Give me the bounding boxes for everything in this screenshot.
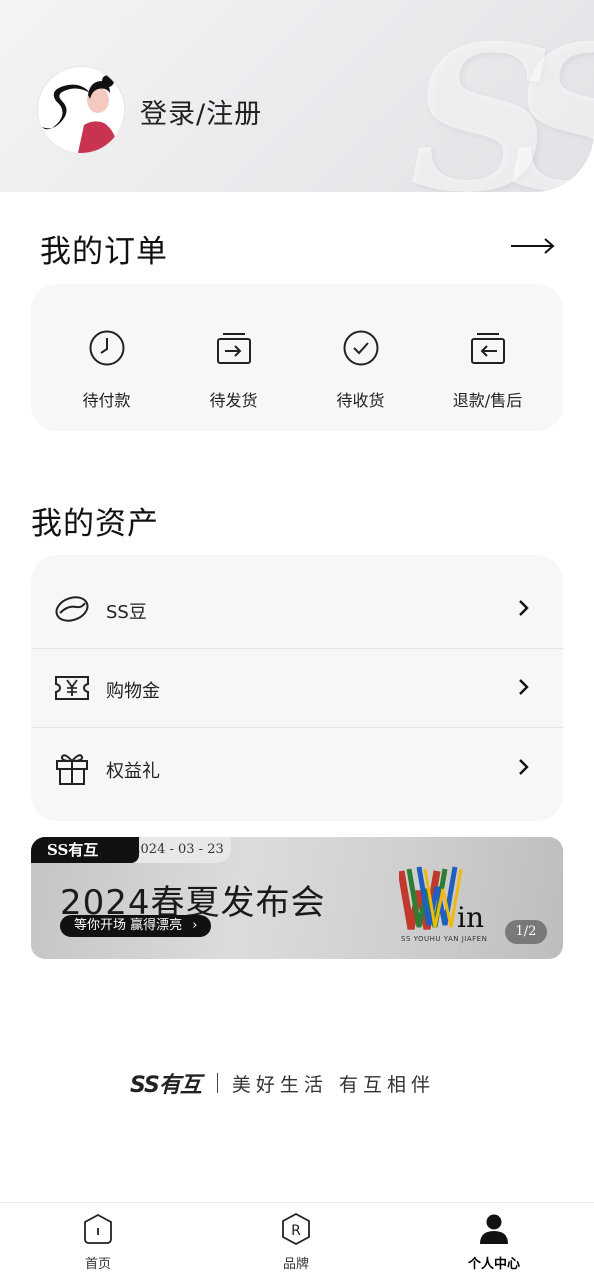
- header-watermark: SS: [409, 2, 594, 193]
- asset-row-shopping-credit[interactable]: 购物金: [31, 648, 563, 728]
- order-item-label: 待发货: [209, 391, 258, 410]
- home-icon: [82, 1213, 114, 1245]
- asset-label: SS豆: [106, 602, 147, 623]
- tab-profile[interactable]: 个人中心: [434, 1203, 554, 1281]
- tab-label: 个人中心: [467, 1257, 520, 1272]
- tab-brand[interactable]: R 品牌: [236, 1203, 356, 1281]
- profile-header: SS 登录/注册: [0, 0, 594, 192]
- brand-r-icon: R: [280, 1212, 312, 1246]
- check-circle-icon: [342, 329, 380, 367]
- tab-label: 品牌: [282, 1257, 309, 1272]
- orders-card: 待付款 待发货 待收货 退款/售后: [31, 284, 563, 431]
- clock-icon: [88, 329, 126, 367]
- chevron-right-icon: [517, 599, 531, 621]
- ship-box-icon: [215, 329, 253, 367]
- asset-row-ss-beans[interactable]: SS豆: [31, 569, 563, 649]
- orders-title: 我的订单: [40, 234, 168, 270]
- login-register-link[interactable]: 登录/注册: [140, 92, 262, 131]
- order-refund-aftersale[interactable]: 退款/售后: [421, 284, 554, 431]
- avatar[interactable]: [38, 67, 124, 153]
- win-logo: in: [397, 865, 499, 945]
- order-item-label: 待收货: [336, 391, 385, 410]
- chevron-right-icon: ›: [192, 918, 198, 933]
- bean-icon: [54, 591, 90, 627]
- banner-page-indicator: 1/2: [505, 920, 547, 944]
- asset-label: 权益礼: [106, 761, 160, 782]
- order-pending-shipment[interactable]: 待发货: [167, 284, 300, 431]
- return-box-icon: [469, 329, 507, 367]
- order-pending-payment[interactable]: 待付款: [40, 284, 173, 431]
- win-logo-text: in: [457, 901, 484, 934]
- order-item-label: 退款/售后: [452, 391, 523, 410]
- banner-cta-label: 等你开场 赢得漂亮: [74, 918, 183, 933]
- asset-row-benefit-gift[interactable]: 权益礼: [31, 728, 563, 808]
- order-pending-receipt[interactable]: 待收货: [294, 284, 427, 431]
- slogan-text: 美好生活 有互相伴: [231, 1073, 435, 1096]
- bottom-tab-bar: 首页 R 品牌 个人中心: [0, 1202, 594, 1281]
- banner-cta[interactable]: 等你开场 赢得漂亮 ›: [60, 915, 212, 937]
- svg-text:R: R: [291, 1223, 301, 1239]
- slogan-divider: [216, 1073, 218, 1093]
- slogan: SS有互 美好生活 有互相伴: [130, 1068, 435, 1098]
- yen-ticket-icon: [54, 670, 90, 706]
- assets-title: 我的资产: [31, 506, 159, 542]
- banner-brand-tag: SS有互: [31, 837, 139, 863]
- banner-logo-subtext: SS YOUHU YAN JIAFEN: [401, 935, 488, 943]
- tab-label: 首页: [84, 1257, 111, 1272]
- gift-icon: [54, 750, 90, 786]
- person-icon: [478, 1213, 510, 1245]
- arrow-right-icon[interactable]: [510, 236, 556, 260]
- tab-home[interactable]: 首页: [38, 1203, 158, 1281]
- order-item-label: 待付款: [82, 391, 131, 410]
- promo-banner[interactable]: 2024 - 03 - 23 SS有互 2024春夏发布会 等你开场 赢得漂亮 …: [31, 837, 563, 959]
- slogan-brand: SS有互: [130, 1073, 202, 1098]
- assets-card: SS豆 购物金 权益礼: [31, 555, 563, 821]
- asset-label: 购物金: [106, 681, 160, 702]
- chevron-right-icon: [517, 758, 531, 780]
- chevron-right-icon: [517, 678, 531, 700]
